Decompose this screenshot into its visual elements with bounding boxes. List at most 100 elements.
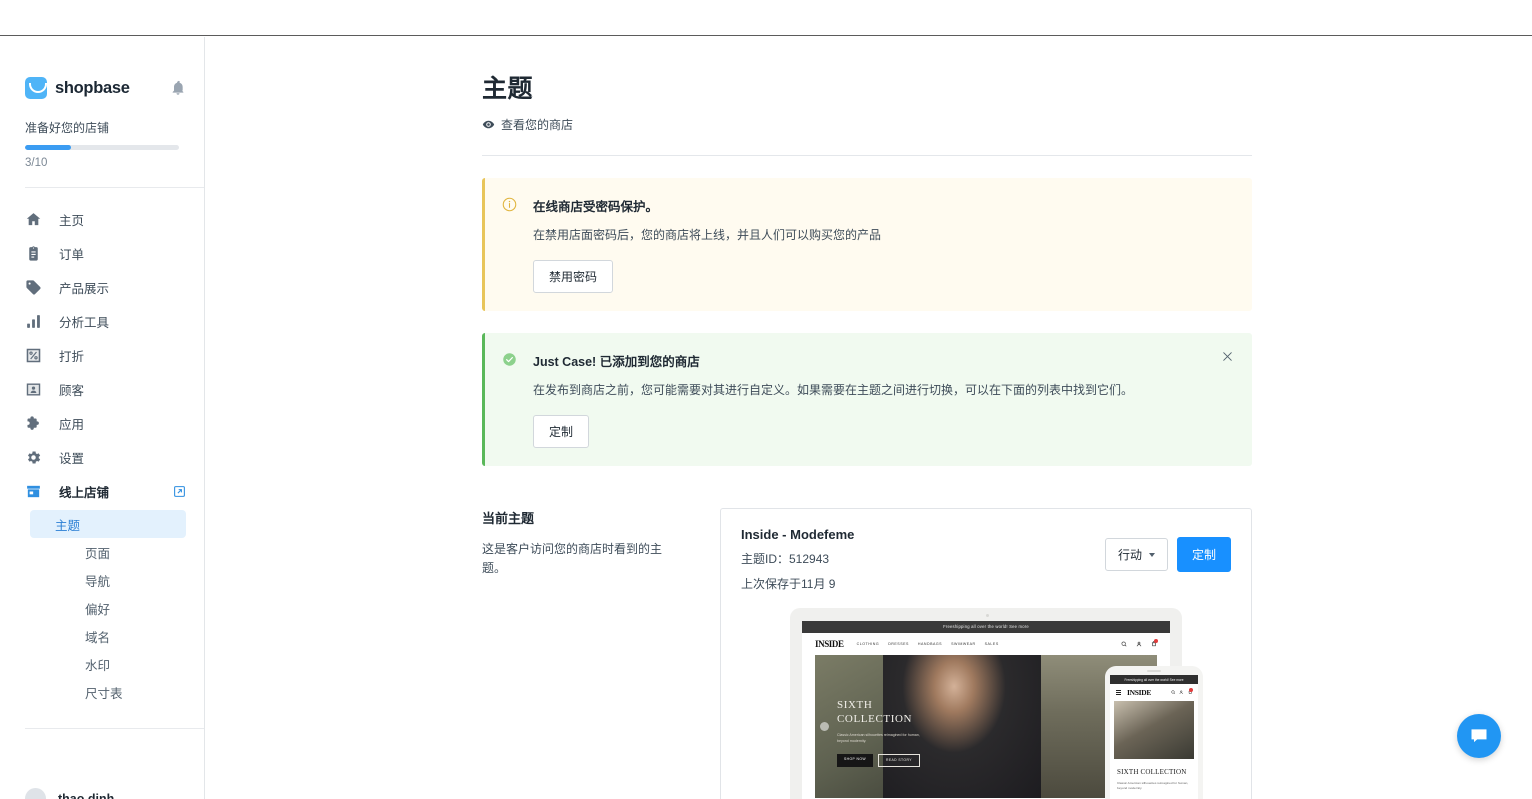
sidebar-item-domains[interactable]: 域名 xyxy=(30,622,186,650)
chevron-down-icon xyxy=(1149,553,1155,557)
preview-site-nav: INSIDE CLOTHING DRESSES HANDBAGS SWIMWEA… xyxy=(802,633,1170,655)
sidebar-item-orders[interactable]: 订单 xyxy=(0,236,204,270)
sidebar-account[interactable]: thao dinh xyxy=(0,788,205,799)
header-divider xyxy=(482,155,1252,156)
current-theme-aside: 当前主题 这是客户访问您的商店时看到的主题。 xyxy=(482,508,720,799)
sidebar-item-label: 打折 xyxy=(59,346,84,365)
sidebar-item-online-store[interactable]: 线上店铺 xyxy=(0,474,204,508)
cart-badge-dot xyxy=(1189,688,1193,692)
sidebar-item-label: 订单 xyxy=(59,244,84,263)
customize-banner-button[interactable]: 定制 xyxy=(533,415,589,448)
mobile-nav: INSIDE xyxy=(1110,684,1198,701)
hero-title-line1: SIXTH xyxy=(837,699,872,711)
subnav-item-label: 导航 xyxy=(85,571,110,590)
sidebar-item-label: 产品展示 xyxy=(59,278,109,297)
theme-name: Inside - Modefeme xyxy=(741,527,854,542)
sidebar-item-label: 应用 xyxy=(59,414,84,433)
mobile-announcement-bar: Freeshipping all over the world! See mor… xyxy=(1110,675,1198,684)
sidebar-item-size-chart[interactable]: 尺寸表 xyxy=(30,678,186,706)
home-icon xyxy=(25,211,42,228)
external-link-icon[interactable] xyxy=(173,485,186,498)
sidebar-item-analytics[interactable]: 分析工具 xyxy=(0,304,204,338)
tag-icon xyxy=(25,279,42,296)
chat-widget-button[interactable] xyxy=(1457,714,1501,758)
account-icon xyxy=(1136,641,1142,647)
check-circle-icon xyxy=(502,352,517,367)
sidebar-item-label: 线上店铺 xyxy=(59,482,109,501)
customers-icon xyxy=(25,381,42,398)
banner-text: 在禁用店面密码后，您的商店将上线，并且人们可以购买您的产品 xyxy=(533,226,881,244)
sidebar-item-label: 分析工具 xyxy=(59,312,109,331)
bell-icon[interactable] xyxy=(170,80,186,96)
eye-icon xyxy=(482,118,495,131)
cart-badge-dot xyxy=(1154,639,1158,643)
hero-title-line2: COLLECTION xyxy=(837,713,912,725)
subnav-item-label: 水印 xyxy=(85,655,110,674)
subnav-item-label: 尺寸表 xyxy=(85,683,123,702)
banner-title: 在线商店受密码保护。 xyxy=(533,196,881,215)
info-circle-icon xyxy=(502,197,517,212)
account-name: thao dinh xyxy=(58,792,114,799)
hamburger-menu-icon xyxy=(1116,690,1121,696)
setup-progress-count: 3/10 xyxy=(0,150,204,169)
subnav-item-label: 主题 xyxy=(55,515,80,534)
main-content: 主题 查看您的商店 在线商店受密码保护。 在禁用店面密码后，您的商店将上线，并且… xyxy=(206,37,1532,799)
theme-card: Inside - Modefeme 主题ID：512943 上次保存于11月 9… xyxy=(720,508,1252,799)
section-description: 这是客户访问您的商店时看到的主题。 xyxy=(482,540,684,578)
preview-nav-link: CLOTHING xyxy=(857,642,880,646)
puzzle-icon xyxy=(25,415,42,432)
hero-copy: SIXTH COLLECTION Classic American silhou… xyxy=(837,699,929,767)
sidebar-item-apps[interactable]: 应用 xyxy=(0,406,204,440)
actions-dropdown-label: 行动 xyxy=(1118,546,1142,563)
clipboard-icon xyxy=(25,245,42,262)
banner-text: 在发布到商店之前，您可能需要对其进行自定义。如果需要在主题之间进行切换，可以在下… xyxy=(533,381,1133,399)
sidebar-item-discounts[interactable]: 打折 xyxy=(0,338,204,372)
setup-progress-label: 准备好您的店铺 xyxy=(0,99,204,136)
sidebar-item-label: 设置 xyxy=(59,448,84,467)
banner-title: Just Case! 已添加到您的商店 xyxy=(533,351,1133,370)
theme-preview[interactable]: Freeshipping all over the world! See mor… xyxy=(721,608,1251,799)
sidebar-item-preferences[interactable]: 偏好 xyxy=(30,594,186,622)
theme-last-saved: 上次保存于11月 9 xyxy=(741,575,854,592)
sidebar-item-themes[interactable]: 主题 xyxy=(30,510,186,538)
preview-nav-link: SALES xyxy=(985,642,999,646)
search-icon xyxy=(1171,690,1176,695)
account-icon xyxy=(1179,690,1184,695)
disable-password-button[interactable]: 禁用密码 xyxy=(533,260,613,293)
theme-actions: 行动 定制 xyxy=(1105,527,1231,572)
preview-nav-link: SWIMWEAR xyxy=(951,642,976,646)
storefront-icon xyxy=(25,483,42,500)
sidebar-item-products[interactable]: 产品展示 xyxy=(0,270,204,304)
close-icon[interactable] xyxy=(1221,350,1234,363)
cart-icon xyxy=(1188,690,1193,695)
customize-theme-button[interactable]: 定制 xyxy=(1177,537,1231,572)
phone-screen: Freeshipping all over the world! See mor… xyxy=(1110,675,1198,799)
subnav-item-label: 页面 xyxy=(85,543,110,562)
bar-chart-icon xyxy=(25,313,42,330)
sidebar-item-home[interactable]: 主页 xyxy=(0,202,204,236)
brand-row: shopbase xyxy=(0,37,204,99)
hero-prev-arrow-icon xyxy=(820,722,829,731)
mobile-logo: INSIDE xyxy=(1127,688,1151,697)
preview-nav-link: HANDBAGS xyxy=(918,642,942,646)
sidebar-item-navigation[interactable]: 导航 xyxy=(30,566,186,594)
gear-icon xyxy=(25,449,42,466)
sidebar-item-customers[interactable]: 顾客 xyxy=(0,372,204,406)
actions-dropdown-button[interactable]: 行动 xyxy=(1105,538,1168,571)
sidebar: shopbase 准备好您的店铺 3/10 主页 订单 产品展示 xyxy=(0,37,205,799)
search-icon xyxy=(1121,641,1127,647)
sidebar-item-pages[interactable]: 页面 xyxy=(30,538,186,566)
theme-card-header: Inside - Modefeme 主题ID：512943 上次保存于11月 9… xyxy=(721,509,1251,608)
preview-nav-link: DRESSES xyxy=(888,642,909,646)
sidebar-item-label: 顾客 xyxy=(59,380,84,399)
sidebar-item-settings[interactable]: 设置 xyxy=(0,440,204,474)
avatar xyxy=(25,788,46,799)
hero-shop-now-button: SHOP NOW xyxy=(837,754,873,767)
sidebar-divider-bottom xyxy=(25,728,204,729)
view-store-link[interactable]: 查看您的商店 xyxy=(482,116,1252,133)
page-title: 主题 xyxy=(482,69,1252,105)
preview-logo: INSIDE xyxy=(815,639,844,649)
view-store-link-label: 查看您的商店 xyxy=(501,116,573,133)
hero-subtitle: Classic American silhouettes reimagined … xyxy=(837,732,929,744)
sidebar-item-watermark[interactable]: 水印 xyxy=(30,650,186,678)
